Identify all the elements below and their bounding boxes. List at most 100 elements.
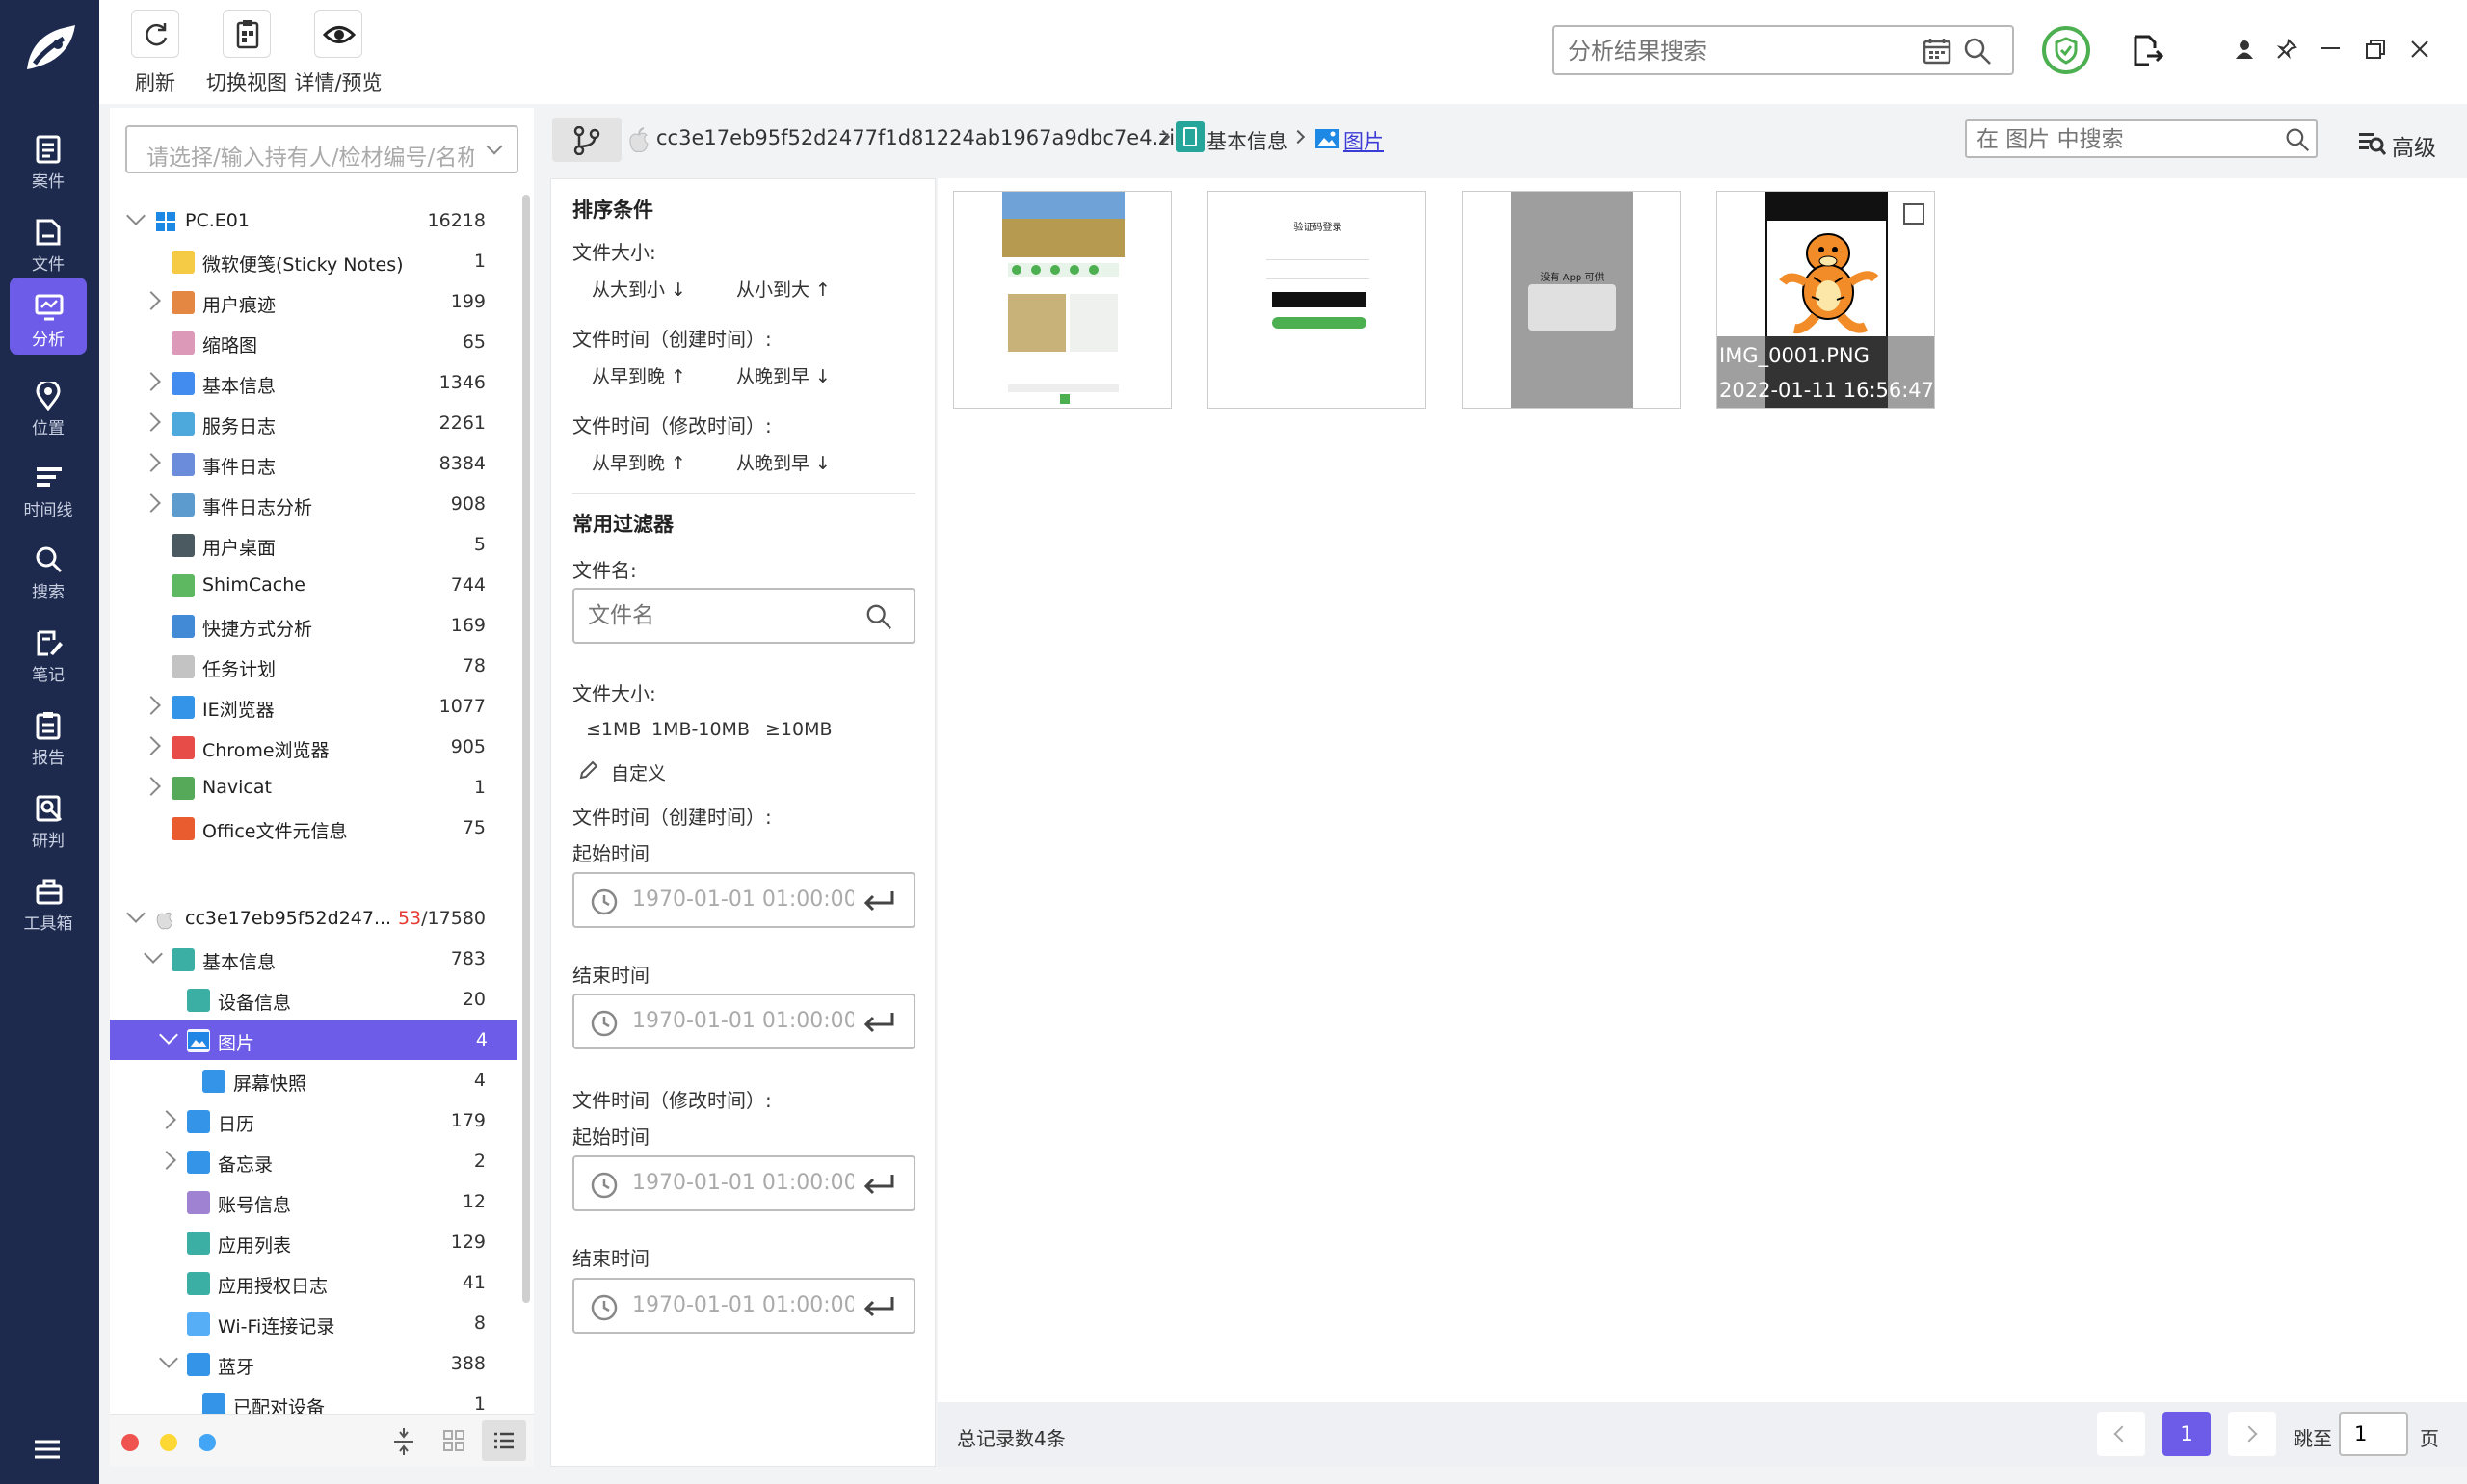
chevron-right-icon[interactable]	[142, 291, 161, 310]
breadcrumb-zip[interactable]: cc3e17eb95f52d2477f1d81224ab1967a9dbc7e4…	[656, 126, 1187, 149]
in-folder-search-input[interactable]	[1976, 125, 2266, 154]
tree-node-pc-item[interactable]: 用户桌面 5	[110, 524, 515, 565]
chevron-down-icon[interactable]	[126, 206, 146, 225]
sort-mtime-desc[interactable]: 从晚到早 ↓	[736, 449, 831, 475]
tree-node-screenshots[interactable]: 屏幕快照 4	[110, 1060, 515, 1100]
sort-ctime-desc[interactable]: 从晚到早 ↓	[736, 362, 831, 388]
size-option-large[interactable]: ≥10MB	[765, 719, 833, 740]
size-option-small[interactable]: ≤1MB	[586, 719, 641, 740]
tree-node-pc[interactable]: PC.E01 16218	[110, 200, 515, 241]
chevron-right-icon[interactable]	[142, 372, 161, 391]
thumbnail-checkbox[interactable]	[1903, 203, 1924, 225]
ctime-end-input[interactable]: 1970-01-01 01:00:00	[572, 994, 915, 1049]
prev-page-button[interactable]	[2097, 1412, 2145, 1456]
tree-node-device[interactable]: cc3e17eb95f52d247... 53/17580	[110, 898, 515, 939]
tree-node-pc-item[interactable]: 事件日志分析 908	[110, 484, 515, 524]
page-1-button[interactable]: 1	[2162, 1412, 2211, 1456]
calendar-icon[interactable]	[1923, 37, 1951, 66]
nav-file[interactable]: 文件	[10, 202, 87, 279]
next-page-button[interactable]	[2228, 1412, 2276, 1456]
tree-node-device-item[interactable]: 应用列表 129	[110, 1222, 515, 1262]
branch-button[interactable]	[552, 118, 622, 162]
chevron-right-icon[interactable]	[142, 777, 161, 796]
thumbnail-2[interactable]: 验证码登录	[1207, 191, 1426, 409]
filename-input[interactable]	[588, 601, 848, 630]
chevron-right-icon[interactable]	[142, 453, 161, 472]
menu-icon[interactable]	[33, 1438, 62, 1461]
tree-node-pc-item[interactable]: 事件日志 8384	[110, 443, 515, 484]
ctime-start-input[interactable]: 1970-01-01 01:00:00	[572, 872, 915, 928]
chevron-right-icon[interactable]	[142, 493, 161, 513]
mtime-start-input[interactable]: 1970-01-01 01:00:00	[572, 1155, 915, 1211]
user-icon[interactable]	[2234, 39, 2255, 60]
tree-node-device-info[interactable]: 设备信息 20	[110, 979, 515, 1020]
list-view-button[interactable]	[482, 1420, 526, 1461]
breadcrumb-basic[interactable]: 基本信息	[1207, 126, 1287, 155]
export-file-icon[interactable]	[2133, 35, 2163, 67]
tree-node-pc-item[interactable]: 服务日志 2261	[110, 403, 515, 443]
tree-node-pc-item[interactable]: Office文件元信息 75	[110, 808, 515, 848]
nav-case[interactable]: 案件	[10, 119, 87, 197]
sort-ctime-asc[interactable]: 从早到晚 ↑	[592, 362, 686, 388]
tree-node-pc-item[interactable]: IE浏览器 1077	[110, 686, 515, 727]
tree-node-pictures[interactable]: 图片 4	[110, 1020, 517, 1060]
tree-node-pc-item[interactable]: 用户痕迹 199	[110, 281, 515, 322]
breadcrumb-current[interactable]: 图片	[1343, 126, 1384, 155]
tree-node-basic-info[interactable]: 基本信息 783	[110, 939, 515, 979]
grid-view-icon[interactable]	[443, 1430, 464, 1451]
advanced-search-button[interactable]: 高级	[2357, 125, 2444, 161]
sort-size-asc[interactable]: 从小到大 ↑	[736, 276, 831, 302]
minimize-icon[interactable]	[2321, 47, 2340, 49]
tree-node-bluetooth[interactable]: 蓝牙 388	[110, 1343, 515, 1384]
tree-scrollbar[interactable]	[522, 195, 530, 1303]
tree-node-pc-item[interactable]: 微软便笺(Sticky Notes) 1	[110, 241, 515, 281]
thumbnail-1[interactable]	[953, 191, 1172, 409]
search-icon[interactable]	[2285, 127, 2310, 152]
tree-node-device-item[interactable]: 账号信息 12	[110, 1181, 515, 1222]
analysis-search-input[interactable]	[1568, 35, 1915, 67]
goto-page-input[interactable]	[2339, 1412, 2408, 1456]
close-icon[interactable]	[2409, 39, 2430, 60]
tree-node-pc-item[interactable]: Chrome浏览器 905	[110, 727, 515, 767]
mtime-end-input[interactable]: 1970-01-01 01:00:00	[572, 1278, 915, 1334]
chevron-down-icon[interactable]	[159, 1025, 178, 1045]
refresh-button[interactable]: 刷新	[131, 10, 179, 96]
sort-mtime-asc[interactable]: 从早到晚 ↑	[592, 449, 686, 475]
tree-node-pc-item[interactable]: 缩略图 65	[110, 322, 515, 362]
tree-node-pc-item[interactable]: Navicat 1	[110, 767, 515, 808]
nav-judge[interactable]: 研判	[10, 779, 87, 856]
search-icon[interactable]	[1963, 37, 1992, 66]
chevron-down-icon[interactable]	[144, 944, 163, 964]
pin-icon[interactable]	[2276, 39, 2297, 60]
nav-note[interactable]: 笔记	[10, 613, 87, 690]
chevron-down-icon[interactable]	[126, 904, 146, 923]
chevron-right-icon[interactable]	[142, 736, 161, 755]
shield-icon[interactable]	[2041, 25, 2091, 75]
nav-search[interactable]: 搜索	[10, 530, 87, 607]
tree-node-pc-item[interactable]: ShimCache 744	[110, 565, 515, 605]
chevron-right-icon[interactable]	[142, 412, 161, 432]
tree-node-pc-item[interactable]: 任务计划 78	[110, 646, 515, 686]
restore-icon[interactable]	[2365, 39, 2386, 60]
thumbnail-4[interactable]: IMG_0001.PNG 2022-01-11 16:56:47	[1716, 191, 1935, 409]
size-custom[interactable]: 自定义	[611, 759, 666, 785]
nav-report[interactable]: 报告	[10, 696, 87, 773]
sort-size-desc[interactable]: 从大到小 ↓	[592, 276, 686, 302]
nav-location[interactable]: 位置	[10, 366, 87, 443]
switch-view-button[interactable]: 切换视图	[202, 10, 291, 96]
chevron-right-icon[interactable]	[157, 1151, 176, 1170]
nav-timeline[interactable]: 时间线	[10, 448, 87, 525]
detail-preview-button[interactable]: 详情/预览	[291, 10, 385, 96]
chevron-down-icon[interactable]	[159, 1349, 178, 1368]
chevron-right-icon[interactable]	[142, 696, 161, 715]
search-icon[interactable]	[865, 603, 892, 630]
tree-node-device-item[interactable]: 日历 179	[110, 1100, 515, 1141]
collapse-all-icon[interactable]	[392, 1428, 415, 1455]
tree-node-pc-item[interactable]: 快捷方式分析 169	[110, 605, 515, 646]
chevron-right-icon[interactable]	[157, 1110, 176, 1129]
nav-analysis[interactable]: 分析	[10, 278, 87, 355]
tree-node-device-item[interactable]: 应用授权日志 41	[110, 1262, 515, 1303]
tree-node-device-item[interactable]: 备忘录 2	[110, 1141, 515, 1181]
tree-node-pc-item[interactable]: 基本信息 1346	[110, 362, 515, 403]
size-option-medium[interactable]: 1MB-10MB	[651, 719, 750, 740]
